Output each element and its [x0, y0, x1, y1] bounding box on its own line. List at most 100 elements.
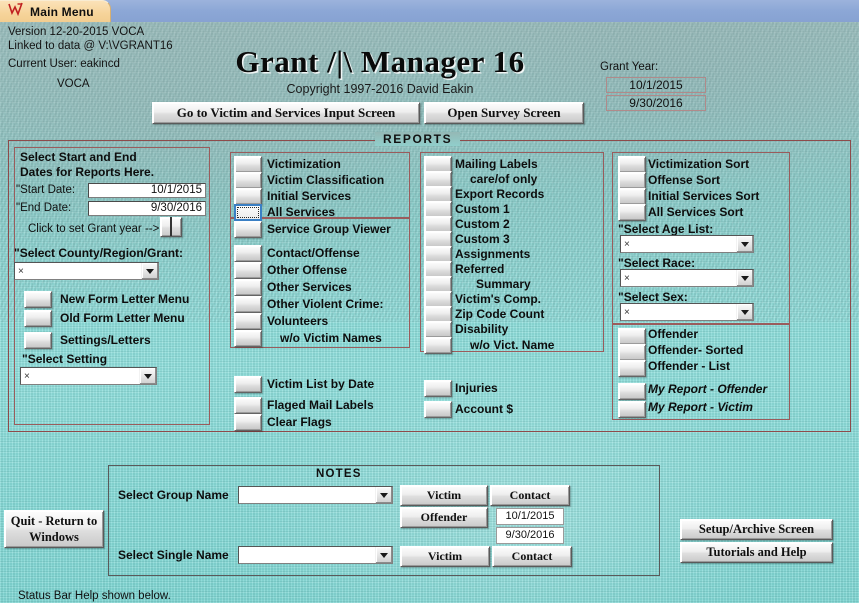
report-wo-victim-names-label: w/o Victim Names — [280, 331, 382, 345]
select-race-select[interactable]: × — [620, 269, 754, 287]
report-other-violent-crime-button[interactable] — [234, 296, 262, 313]
report-flaged-mail-labels-button[interactable] — [234, 397, 262, 414]
report-all-services-button[interactable] — [234, 204, 262, 221]
notes-group-victim-button[interactable]: Victim — [400, 485, 488, 506]
report-victimization-button[interactable] — [234, 156, 262, 173]
select-single-name-select[interactable] — [238, 546, 393, 564]
report-victimization-sort-button[interactable] — [618, 156, 646, 173]
notes-group-contact-button[interactable]: Contact — [490, 485, 570, 506]
calendar-icon — [170, 217, 172, 236]
report-wo-vict-name-button[interactable] — [424, 337, 452, 354]
chevron-down-icon[interactable] — [375, 487, 392, 503]
report-initial-services-sort-button[interactable] — [618, 188, 646, 205]
calendar-button[interactable] — [160, 217, 182, 237]
new-form-letter-menu-label: New Form Letter Menu — [60, 292, 190, 306]
data-link-text: Linked to data @ V:\VGRANT16 — [8, 40, 173, 52]
report-referred-label: Referred — [455, 262, 505, 276]
document-tab-main-menu[interactable]: Main Menu — [0, 0, 111, 22]
select-sex-select[interactable]: × — [620, 303, 754, 321]
grant-year-start-field: 10/1/2015 — [606, 77, 706, 93]
quit-return-to-windows-button[interactable]: Quit - Return to Windows — [4, 510, 104, 548]
select-setting-select[interactable]: × — [20, 367, 157, 385]
report-all-services-sort-label: All Services Sort — [648, 205, 744, 219]
go-to-victim-services-input-button[interactable]: Go to Victim and Services Input Screen — [152, 102, 420, 124]
select-age-list-label: "Select Age List: — [618, 222, 714, 236]
report-injuries-button[interactable] — [424, 380, 452, 397]
report-all-services-label: All Services — [267, 205, 336, 219]
setup-archive-screen-button[interactable]: Setup/Archive Screen — [680, 519, 833, 540]
open-survey-screen-button[interactable]: Open Survey Screen — [424, 102, 584, 124]
notes-single-victim-button[interactable]: Victim — [400, 546, 490, 567]
notes-legend: NOTES — [316, 468, 362, 480]
report-my-report-victim-button[interactable] — [618, 401, 646, 418]
version-text: Version 12-20-2015 VOCA — [8, 26, 145, 38]
current-user-text: Current User: eakincd — [8, 58, 120, 70]
copyright-text: Copyright 1997-2016 David Eakin — [286, 82, 474, 96]
select-single-name-label: Select Single Name — [118, 548, 229, 562]
select-age-list-select[interactable]: × — [620, 235, 754, 253]
chevron-down-icon[interactable] — [375, 547, 392, 563]
chevron-down-icon[interactable] — [736, 236, 753, 252]
report-offender-button[interactable] — [618, 328, 646, 345]
report-offender-list-button[interactable] — [618, 360, 646, 377]
report-my-report-offender-label: My Report - Offender — [648, 382, 768, 396]
report-contact-offense-label: Contact/Offense — [267, 246, 360, 260]
report-service-group-viewer-button[interactable] — [234, 221, 262, 238]
report-disability-button[interactable] — [424, 321, 452, 338]
report-other-violent-crime-label: Other Violent Crime: — [267, 297, 384, 311]
chart-icon — [8, 2, 24, 21]
report-offender-label: Offender — [648, 327, 699, 341]
chevron-down-icon[interactable] — [139, 368, 156, 384]
select-group-name-select[interactable] — [238, 486, 393, 504]
select-race-value: × — [624, 273, 630, 284]
county-region-grant-select[interactable]: × — [14, 262, 159, 280]
report-victim-classification-button[interactable] — [234, 172, 262, 189]
report-contact-offense-button[interactable] — [234, 245, 262, 262]
grant-year-end-field: 9/30/2016 — [606, 95, 706, 111]
old-form-letter-menu-button[interactable] — [24, 310, 52, 327]
form-canvas: Version 12-20-2015 VOCA Linked to data @… — [0, 22, 859, 603]
notes-group-offender-button[interactable]: Offender — [400, 507, 488, 528]
start-date-input[interactable]: 10/1/2015 — [88, 183, 206, 198]
report-my-report-victim-label: My Report - Victim — [648, 400, 753, 414]
new-form-letter-menu-button[interactable] — [24, 291, 52, 308]
report-victim-classification-label: Victim Classification — [267, 173, 385, 187]
report-victim-list-by-date-button[interactable] — [234, 376, 262, 393]
report-clear-flags-button[interactable] — [234, 414, 262, 431]
select-race-label: "Select Race: — [618, 256, 696, 270]
report-initial-services-sort-label: Initial Services Sort — [648, 189, 760, 203]
report-account-button[interactable] — [424, 401, 452, 418]
old-form-letter-menu-label: Old Form Letter Menu — [60, 311, 185, 325]
chevron-down-icon[interactable] — [141, 263, 158, 279]
report-care-of-only-label: care/of only — [470, 172, 538, 186]
tutorials-and-help-button[interactable]: Tutorials and Help — [680, 542, 833, 563]
report-offense-sort-button[interactable] — [618, 172, 646, 189]
notes-start-date-field[interactable]: 10/1/2015 — [496, 508, 564, 525]
page-title: Grant /|\ Manager 16 — [235, 44, 525, 79]
report-offender-sorted-button[interactable] — [618, 344, 646, 361]
chevron-down-icon[interactable] — [736, 304, 753, 320]
report-mailing-labels-label: Mailing Labels — [455, 157, 538, 171]
grant-year-label: Grant Year: — [600, 61, 659, 73]
report-my-report-offender-button[interactable] — [618, 383, 646, 400]
select-group-name-label: Select Group Name — [118, 488, 229, 502]
settings-letters-label: Settings/Letters — [60, 333, 151, 347]
report-all-services-sort-button[interactable] — [618, 204, 646, 221]
settings-letters-button[interactable] — [24, 332, 52, 349]
calendar-hint-label: Click to set Grant year --> — [28, 223, 160, 235]
report-other-offense-button[interactable] — [234, 262, 262, 279]
notes-single-contact-button[interactable]: Contact — [492, 546, 572, 567]
end-date-input[interactable]: 9/30/2016 — [88, 201, 206, 216]
report-custom-2-label: Custom 2 — [455, 217, 510, 231]
notes-end-date-field[interactable]: 9/30/2016 — [496, 527, 564, 544]
report-zip-code-count-label: Zip Code Count — [455, 307, 545, 321]
report-clear-flags-label: Clear Flags — [267, 415, 332, 429]
chevron-down-icon[interactable] — [736, 270, 753, 286]
report-other-services-button[interactable] — [234, 279, 262, 296]
report-wo-victim-names-button[interactable] — [234, 330, 262, 347]
report-volunteers-button[interactable] — [234, 313, 262, 330]
report-flaged-mail-labels-label: Flaged Mail Labels — [267, 398, 374, 412]
report-injuries-label: Injuries — [455, 381, 498, 395]
report-initial-services-button[interactable] — [234, 188, 262, 205]
report-offense-sort-label: Offense Sort — [648, 173, 721, 187]
